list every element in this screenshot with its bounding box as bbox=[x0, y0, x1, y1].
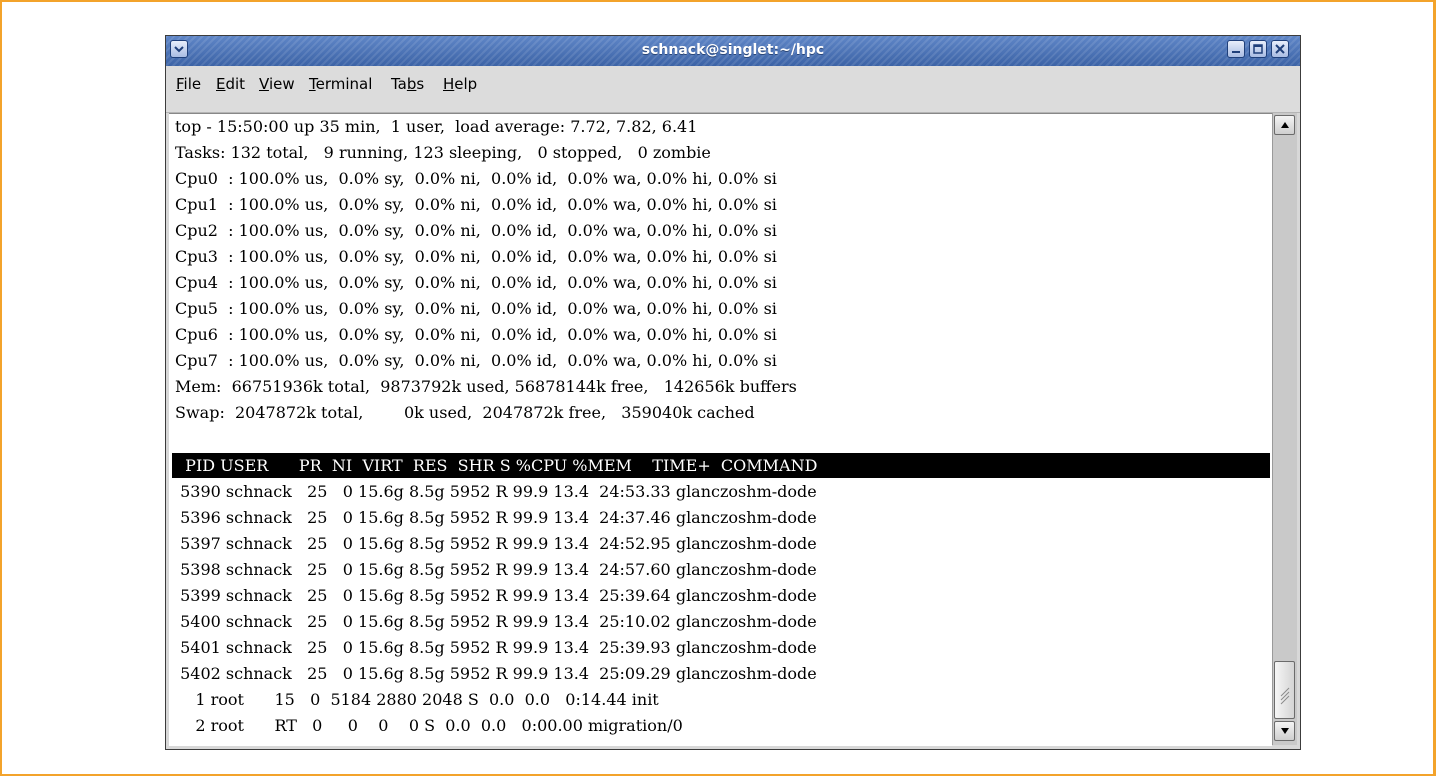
menu-bar: File Edit View Terminal Tabs Help bbox=[166, 66, 1300, 113]
menu-edit[interactable]: Edit bbox=[216, 75, 245, 93]
cpu-line: Cpu4 : 100.0% us, 0.0% sy, 0.0% ni, 0.0%… bbox=[175, 273, 777, 292]
process-row: 5398 schnack 25 0 15.6g 8.5g 5952 R 99.9… bbox=[175, 560, 817, 579]
menu-view[interactable]: View bbox=[259, 75, 295, 93]
cpu-line: Cpu3 : 100.0% us, 0.0% sy, 0.0% ni, 0.0%… bbox=[175, 247, 777, 266]
scroll-down-button[interactable] bbox=[1274, 721, 1295, 741]
cpu-line: Cpu1 : 100.0% us, 0.0% sy, 0.0% ni, 0.0%… bbox=[175, 195, 777, 214]
minimize-button[interactable] bbox=[1227, 40, 1245, 58]
scroll-up-button[interactable] bbox=[1274, 115, 1295, 135]
menu-tabs[interactable]: Tabs bbox=[391, 75, 424, 93]
process-row: 5400 schnack 25 0 15.6g 8.5g 5952 R 99.9… bbox=[175, 612, 817, 631]
swap-line: Swap: 2047872k total, 0k used, 2047872k … bbox=[175, 403, 755, 422]
menu-help[interactable]: Help bbox=[443, 75, 477, 93]
memory-line: Mem: 66751936k total, 9873792k used, 568… bbox=[175, 377, 797, 396]
maximize-icon bbox=[1253, 44, 1263, 54]
menu-terminal[interactable]: Terminal bbox=[309, 75, 372, 93]
terminal-output[interactable]: top - 15:50:00 up 35 min, 1 user, load a… bbox=[169, 113, 1272, 746]
column-headers: PID USER PR NI VIRT RES SHR S %CPU %MEM … bbox=[175, 456, 818, 475]
close-button[interactable] bbox=[1271, 40, 1289, 58]
process-row: 5397 schnack 25 0 15.6g 8.5g 5952 R 99.9… bbox=[175, 534, 817, 553]
terminal-window: schnack@singlet:~/hpc File Edit View Ter… bbox=[165, 35, 1301, 750]
process-row: 5399 schnack 25 0 15.6g 8.5g 5952 R 99.9… bbox=[175, 586, 817, 605]
cpu-line: Cpu0 : 100.0% us, 0.0% sy, 0.0% ni, 0.0%… bbox=[175, 169, 777, 188]
grip-icon bbox=[1280, 687, 1290, 705]
process-table-header: PID USER PR NI VIRT RES SHR S %CPU %MEM … bbox=[172, 453, 1270, 478]
process-row: 1 root 15 0 5184 2880 2048 S 0.0 0.0 0:1… bbox=[175, 690, 659, 709]
cpu-line: Cpu6 : 100.0% us, 0.0% sy, 0.0% ni, 0.0%… bbox=[175, 325, 777, 344]
top-uptime-line: top - 15:50:00 up 35 min, 1 user, load a… bbox=[175, 117, 698, 136]
title-bar[interactable]: schnack@singlet:~/hpc bbox=[166, 36, 1300, 66]
cpu-line: Cpu7 : 100.0% us, 0.0% sy, 0.0% ni, 0.0%… bbox=[175, 351, 777, 370]
scrollbar-thumb[interactable] bbox=[1274, 661, 1295, 719]
process-row: 5402 schnack 25 0 15.6g 8.5g 5952 R 99.9… bbox=[175, 664, 817, 683]
process-row: 5401 schnack 25 0 15.6g 8.5g 5952 R 99.9… bbox=[175, 638, 817, 657]
process-row: 5396 schnack 25 0 15.6g 8.5g 5952 R 99.9… bbox=[175, 508, 817, 527]
arrow-up-icon bbox=[1281, 122, 1289, 128]
menu-file[interactable]: File bbox=[176, 75, 201, 93]
maximize-button[interactable] bbox=[1249, 40, 1267, 58]
cpu-line: Cpu5 : 100.0% us, 0.0% sy, 0.0% ni, 0.0%… bbox=[175, 299, 777, 318]
vertical-scrollbar[interactable] bbox=[1272, 113, 1297, 745]
tasks-line: Tasks: 132 total, 9 running, 123 sleepin… bbox=[175, 143, 711, 162]
close-icon bbox=[1275, 44, 1285, 54]
cpu-line: Cpu2 : 100.0% us, 0.0% sy, 0.0% ni, 0.0%… bbox=[175, 221, 777, 240]
process-row: 5390 schnack 25 0 15.6g 8.5g 5952 R 99.9… bbox=[175, 482, 817, 501]
process-row: 2 root RT 0 0 0 0 S 0.0 0.0 0:00.00 migr… bbox=[175, 716, 683, 735]
minimize-icon bbox=[1232, 51, 1240, 53]
arrow-down-icon bbox=[1281, 728, 1289, 734]
window-title: schnack@singlet:~/hpc bbox=[641, 42, 825, 58]
